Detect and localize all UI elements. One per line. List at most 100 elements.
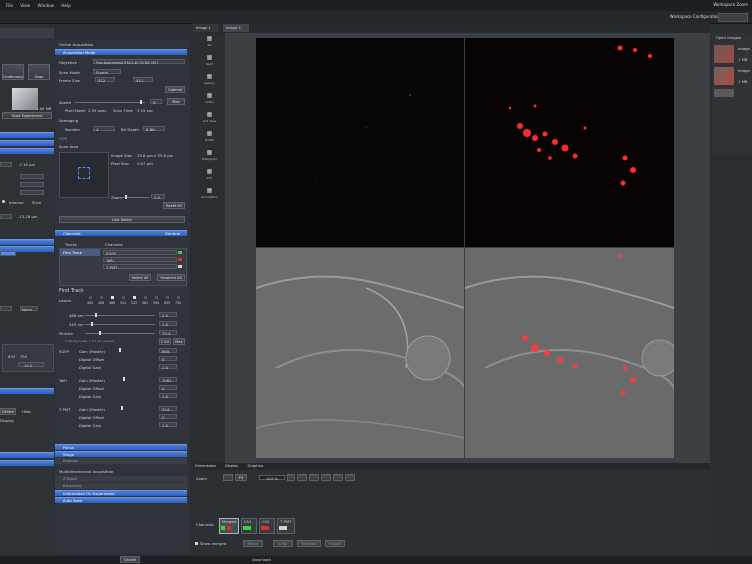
focus-bar[interactable]: Focus bbox=[55, 444, 187, 450]
channel-row-tari[interactable]: TaRI bbox=[103, 257, 177, 263]
open-image-thumb-3[interactable] bbox=[714, 89, 734, 97]
tpmt-color-swatch[interactable] bbox=[178, 265, 182, 268]
speed-slider-track[interactable] bbox=[75, 102, 145, 103]
laser-line-458[interactable]: 458 bbox=[98, 301, 104, 305]
show-merged-checkbox[interactable] bbox=[195, 542, 198, 545]
unselect-all-button[interactable]: Unselect All bbox=[157, 274, 185, 281]
zoom-tool-3[interactable] bbox=[321, 474, 331, 481]
laser-543-knob[interactable] bbox=[91, 322, 93, 326]
left-section-bar-6[interactable] bbox=[0, 388, 54, 394]
objective-select[interactable]: Plan-Apochromat 63x/1.40 Oil DIC M27 bbox=[93, 59, 185, 65]
menu-file[interactable]: File bbox=[6, 3, 13, 8]
tari-channel-image[interactable] bbox=[465, 38, 674, 247]
tari-gain-field[interactable]: 1061 bbox=[159, 377, 177, 383]
left-section-bar-7[interactable] bbox=[0, 452, 54, 458]
pinhole-max-button[interactable]: Max bbox=[173, 338, 185, 345]
laser-488-field[interactable]: 2.5 bbox=[159, 312, 177, 318]
z-stack-bar[interactable]: Z-Stack bbox=[55, 476, 187, 482]
zoom-tool-5[interactable] bbox=[345, 474, 355, 481]
laser-line-checkbox-633[interactable] bbox=[166, 296, 169, 299]
laser-line-594[interactable]: 594 bbox=[153, 301, 159, 305]
tpmt-digital-gain-field[interactable]: 1.0 bbox=[159, 422, 177, 428]
interval-radio[interactable] bbox=[2, 200, 5, 203]
workspace-config-select[interactable] bbox=[718, 13, 748, 22]
optimal-button[interactable]: Optimal bbox=[165, 86, 185, 93]
tab-display[interactable]: Display bbox=[225, 463, 238, 470]
reuse-button[interactable]: Reuse bbox=[243, 540, 263, 547]
laser-543-slider[interactable] bbox=[85, 324, 155, 325]
channel-row-egfp[interactable]: EGFP bbox=[103, 250, 177, 256]
frame-size-y[interactable]: 512 bbox=[133, 77, 153, 83]
info-experiment-bar[interactable]: Information On Experiment bbox=[55, 490, 187, 496]
menu-window[interactable]: Window bbox=[38, 3, 55, 8]
delete-button[interactable]: Delete bbox=[0, 408, 16, 415]
range-button[interactable]: Range bbox=[325, 540, 345, 547]
tab-dimensions[interactable]: Dimensions bbox=[195, 463, 216, 470]
left-section-bar-1[interactable] bbox=[0, 132, 54, 138]
laser-line-checkbox-730[interactable] bbox=[177, 296, 180, 299]
egfp-offset-field[interactable]: 0 bbox=[159, 356, 177, 362]
pinhole-slider[interactable] bbox=[85, 333, 155, 334]
position-field-3[interactable] bbox=[20, 182, 44, 187]
auto-save-bar[interactable]: Auto Save bbox=[55, 497, 187, 503]
tab-image-2[interactable]: Image 2 bbox=[223, 24, 249, 32]
snap-button[interactable]: Snap bbox=[28, 64, 50, 80]
scan-area-preview[interactable] bbox=[59, 152, 109, 198]
laser-line-405[interactable]: 405 bbox=[87, 301, 93, 305]
view-histogram-button[interactable]: ▦ Histogram bbox=[200, 149, 220, 166]
tari-digital-gain-field[interactable]: 1.0 bbox=[159, 393, 177, 399]
crop-button[interactable]: Crop bbox=[273, 540, 293, 547]
open-image-thumb-2[interactable] bbox=[714, 67, 734, 85]
egfp-channel-image[interactable] bbox=[256, 38, 464, 247]
view-annotation-button[interactable]: ▦ Annotation bbox=[200, 187, 220, 204]
acquisition-mode-bar[interactable]: Acquisition Mode bbox=[55, 49, 187, 55]
laser-line-checkbox-514[interactable] bbox=[122, 296, 125, 299]
view-cut-view-button[interactable]: ▦ Cut View bbox=[200, 111, 220, 128]
view-split-button[interactable]: ▦ Split bbox=[200, 54, 220, 71]
tpmt-offset-field[interactable]: 0 bbox=[159, 414, 177, 420]
zoom-tool-2[interactable] bbox=[309, 474, 319, 481]
view-profile-button[interactable]: ▦ Profile bbox=[200, 130, 220, 147]
transmitted-light-image[interactable] bbox=[255, 248, 467, 458]
one-au-button[interactable]: 1 AU bbox=[159, 338, 171, 345]
left-section-bar-8[interactable] bbox=[0, 460, 54, 466]
laser-line-checkbox-561[interactable] bbox=[144, 296, 147, 299]
laser-line-checkbox-543[interactable] bbox=[133, 296, 136, 299]
frame-size-x[interactable]: 512 bbox=[95, 77, 115, 83]
zoom-percentage-field[interactable]: 104 % bbox=[259, 475, 285, 481]
zoom-tool-4[interactable] bbox=[333, 474, 343, 481]
menu-view[interactable]: View bbox=[20, 3, 30, 8]
reset-all-button[interactable]: Reset All bbox=[163, 202, 185, 209]
position-field-1[interactable] bbox=[0, 162, 12, 167]
laser-line-checkbox-594[interactable] bbox=[155, 296, 158, 299]
tab-graphics[interactable]: Graphics bbox=[248, 463, 264, 470]
position-field-5[interactable] bbox=[0, 214, 12, 219]
laser-line-checkbox-458[interactable] bbox=[100, 296, 103, 299]
continuous-button[interactable]: Continuous bbox=[2, 64, 24, 80]
line-select-button[interactable]: Line Select bbox=[59, 216, 185, 223]
channel-row-tpmt[interactable]: T PMT bbox=[103, 264, 177, 270]
bit-depth-select[interactable]: 8 Bit bbox=[143, 126, 165, 132]
laser-line-633[interactable]: 633 bbox=[164, 301, 170, 305]
stage-bar[interactable]: Stage bbox=[55, 451, 187, 457]
speed-slider-knob[interactable] bbox=[140, 100, 142, 104]
tari-color-swatch[interactable] bbox=[178, 258, 182, 261]
view-ortho-button[interactable]: ▦ Ortho bbox=[200, 92, 220, 109]
laser-line-543[interactable]: 543 bbox=[131, 301, 137, 305]
speed-value-field[interactable]: 9 bbox=[150, 99, 162, 105]
laser-488-knob[interactable] bbox=[95, 313, 97, 317]
position-field-4[interactable] bbox=[20, 190, 44, 195]
cancel-button[interactable]: Cancel bbox=[120, 556, 140, 563]
laser-line-730[interactable]: 730 bbox=[175, 301, 181, 305]
tpmt-gain-field[interactable]: 324 bbox=[159, 406, 177, 412]
zoom-tool-1[interactable] bbox=[297, 474, 307, 481]
tari-offset-field[interactable]: 0 bbox=[159, 385, 177, 391]
merged-image[interactable] bbox=[464, 248, 679, 458]
laser-line-checkbox-488[interactable] bbox=[111, 296, 114, 299]
fit-button[interactable]: Fit bbox=[235, 474, 247, 481]
select-all-button[interactable]: Select All bbox=[129, 274, 151, 281]
bleaching-bar[interactable]: Bleaching bbox=[55, 483, 187, 489]
start-experiment-button[interactable]: Start Experiment bbox=[2, 112, 52, 119]
position-field-2[interactable] bbox=[20, 174, 44, 179]
menu-help[interactable]: Help bbox=[61, 3, 71, 8]
